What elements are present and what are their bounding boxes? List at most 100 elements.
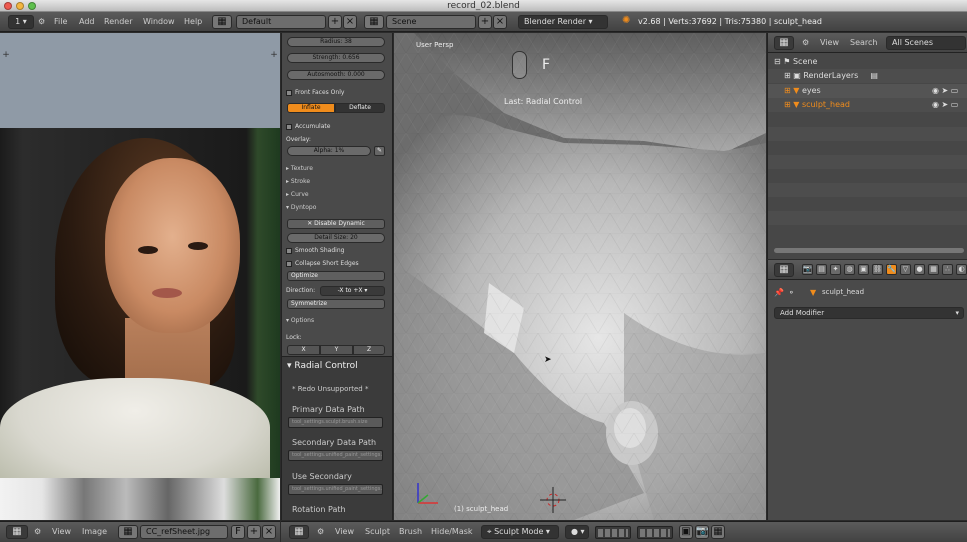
overlay-brush-icon[interactable]: ✎ bbox=[374, 146, 385, 156]
image-editor[interactable]: + + bbox=[0, 33, 280, 520]
use-secondary-field[interactable]: tool_settings.unified_paint_settings.use… bbox=[288, 484, 383, 495]
pin-icon[interactable]: 📌 bbox=[774, 288, 784, 297]
radial-control-title[interactable]: ▾ Radial Control bbox=[287, 361, 358, 371]
outliner-row-sculpt-head[interactable]: ⊞ ▼ sculpt_head ◉ ➤ ▭ bbox=[768, 98, 967, 112]
modifiers-tab-icon[interactable]: 🔧 bbox=[886, 264, 897, 275]
menu-help[interactable]: Help bbox=[184, 16, 202, 28]
outliner-menu-search[interactable]: Search bbox=[850, 37, 877, 49]
opengl-anim-icon[interactable]: ▦ bbox=[711, 525, 725, 539]
visibility-eye-icon[interactable]: ◉ ➤ ▭ bbox=[932, 84, 958, 98]
image-menu-view[interactable]: View bbox=[52, 527, 71, 536]
image-browse-button[interactable]: ▦ bbox=[118, 525, 138, 539]
image-options-icon[interactable]: ⚙ bbox=[34, 527, 41, 536]
section-stroke[interactable]: ▸ Stroke bbox=[286, 176, 386, 187]
image-fake-user-button[interactable]: F bbox=[231, 525, 245, 539]
outliner-row-eyes[interactable]: ⊞ ▼ eyes ◉ ➤ ▭ bbox=[768, 84, 967, 98]
particles-tab-icon[interactable]: ∴ bbox=[942, 264, 953, 275]
area-split-icon[interactable]: + bbox=[2, 51, 10, 60]
image-editor-type[interactable]: ▦ bbox=[6, 525, 28, 539]
outliner-editor-type[interactable]: ▦ bbox=[774, 36, 794, 50]
screen-browse-button[interactable]: ▦ bbox=[212, 15, 232, 29]
collapse-edges-checkbox[interactable]: Collapse Short Edges bbox=[286, 259, 386, 269]
image-new-button[interactable]: + bbox=[247, 525, 261, 539]
outliner-display-mode[interactable]: All Scenes bbox=[886, 36, 966, 50]
area-split-icon[interactable]: + bbox=[270, 51, 278, 60]
lock-x-toggle[interactable]: X bbox=[287, 345, 320, 355]
outliner-options-icon[interactable]: ⚙ bbox=[802, 37, 809, 49]
layers-tab-icon[interactable]: ▤ bbox=[816, 264, 827, 275]
disable-dynamic-button[interactable]: ✕ Disable Dynamic bbox=[287, 219, 385, 229]
secondary-data-path-field[interactable]: tool_settings.unified_paint_settings.siz… bbox=[288, 450, 383, 461]
radius-slider[interactable]: Radius: 38 bbox=[287, 37, 385, 47]
3d-menu-brush[interactable]: Brush bbox=[399, 527, 422, 536]
data-tab-icon[interactable]: ▽ bbox=[900, 264, 911, 275]
screen-remove-button[interactable]: × bbox=[343, 15, 357, 29]
outliner-row-scene[interactable]: ⊟ ⚑ Scene bbox=[768, 55, 967, 69]
scene-field[interactable]: Scene bbox=[386, 15, 476, 29]
section-texture[interactable]: ▸ Texture bbox=[286, 163, 386, 174]
outliner-header: ▦ ⚙ View Search All Scenes bbox=[768, 33, 967, 53]
scene-tab-icon[interactable]: ✦ bbox=[830, 264, 841, 275]
menu-add[interactable]: Add bbox=[79, 16, 95, 28]
3d-viewport[interactable]: User Persp F Last: Radial Control ➤ (1) … bbox=[394, 33, 766, 520]
outliner-scrollbar[interactable] bbox=[774, 248, 964, 253]
constraints-tab-icon[interactable]: ⛓ bbox=[872, 264, 883, 275]
lock-label: Lock: bbox=[286, 334, 302, 341]
screen-add-button[interactable]: + bbox=[328, 15, 342, 29]
outliner-row-renderlayers[interactable]: ⊞ ▣ RenderLayers ▤ bbox=[768, 69, 967, 83]
strength-slider[interactable]: Strength: 0.656 bbox=[287, 53, 385, 63]
smooth-shading-checkbox[interactable]: Smooth Shading bbox=[286, 246, 386, 256]
inflate-button[interactable]: Inflate bbox=[287, 103, 335, 113]
texture-tab-icon[interactable]: ▦ bbox=[928, 264, 939, 275]
material-tab-icon[interactable]: ● bbox=[914, 264, 925, 275]
3d-menu-sculpt[interactable]: Sculpt bbox=[365, 527, 390, 536]
deflate-button[interactable]: Deflate bbox=[335, 103, 385, 113]
section-dyntopo[interactable]: ▾ Dyntopo bbox=[286, 202, 386, 213]
optimize-button[interactable]: Optimize bbox=[287, 271, 385, 281]
menu-render[interactable]: Render bbox=[104, 16, 132, 28]
3d-cursor-icon[interactable] bbox=[540, 487, 566, 513]
lock-y-toggle[interactable]: Y bbox=[320, 345, 353, 355]
world-tab-icon[interactable]: ◍ bbox=[844, 264, 855, 275]
scene-add-button[interactable]: + bbox=[478, 15, 492, 29]
image-unlink-button[interactable]: × bbox=[262, 525, 276, 539]
menu-file[interactable]: File bbox=[54, 16, 67, 28]
object-tab-icon[interactable]: ▣ bbox=[858, 264, 869, 275]
physics-tab-icon[interactable]: ◐ bbox=[956, 264, 967, 275]
scene-browse-button[interactable]: ▦ bbox=[364, 15, 384, 29]
visibility-eye-icon[interactable]: ◉ ➤ ▭ bbox=[932, 98, 958, 112]
layer-buttons[interactable] bbox=[595, 526, 631, 539]
alpha-slider[interactable]: Alpha: 1% bbox=[287, 146, 371, 156]
properties-editor-type[interactable]: ▦ bbox=[774, 263, 794, 277]
image-name-field[interactable]: CC_refSheet.jpg bbox=[140, 525, 228, 539]
detail-size-slider[interactable]: Detail Size: 20 bbox=[287, 233, 385, 243]
scene-remove-button[interactable]: × bbox=[493, 15, 507, 29]
screen-layout-field[interactable]: Default bbox=[236, 15, 326, 29]
opengl-render-icon[interactable]: 📷 bbox=[695, 525, 709, 539]
photo-face bbox=[105, 158, 240, 333]
symmetrize-button[interactable]: Symmetrize bbox=[287, 299, 385, 309]
layer-buttons[interactable] bbox=[637, 526, 673, 539]
3d-view-options-icon[interactable]: ⚙ bbox=[317, 527, 324, 536]
menu-window[interactable]: Window bbox=[143, 16, 175, 28]
add-modifier-dropdown[interactable]: Add Modifier ▾ bbox=[774, 307, 964, 319]
outliner-menu-view[interactable]: View bbox=[820, 37, 839, 49]
viewport-shading-selector[interactable]: ● ▾ bbox=[565, 525, 589, 539]
3d-menu-view[interactable]: View bbox=[335, 527, 354, 536]
section-options[interactable]: ▾ Options bbox=[286, 315, 386, 326]
autosmooth-slider[interactable]: Autosmooth: 0.000 bbox=[287, 70, 385, 80]
lock-camera-icon[interactable]: ▣ bbox=[679, 525, 693, 539]
editor-type-selector[interactable]: 1 ▾ bbox=[8, 15, 34, 29]
render-tab-icon[interactable]: 📷 bbox=[802, 264, 813, 275]
primary-data-path-field[interactable]: tool_settings.sculpt.brush.size bbox=[288, 417, 383, 428]
render-engine-selector[interactable]: Blender Render ▾ bbox=[518, 15, 608, 29]
image-menu-image[interactable]: Image bbox=[82, 527, 107, 536]
direction-dropdown[interactable]: -X to +X ▾ bbox=[320, 286, 385, 296]
mode-selector[interactable]: ⌖ Sculpt Mode ▾ bbox=[481, 525, 559, 539]
section-curve[interactable]: ▸ Curve bbox=[286, 189, 386, 200]
accumulate-checkbox[interactable]: Accumulate bbox=[286, 122, 386, 132]
3d-menu-hide-mask[interactable]: Hide/Mask bbox=[431, 527, 473, 536]
3d-view-editor-type[interactable]: ▦ bbox=[289, 525, 309, 539]
front-faces-checkbox[interactable]: Front Faces Only bbox=[286, 88, 386, 98]
lock-z-toggle[interactable]: Z bbox=[353, 345, 385, 355]
